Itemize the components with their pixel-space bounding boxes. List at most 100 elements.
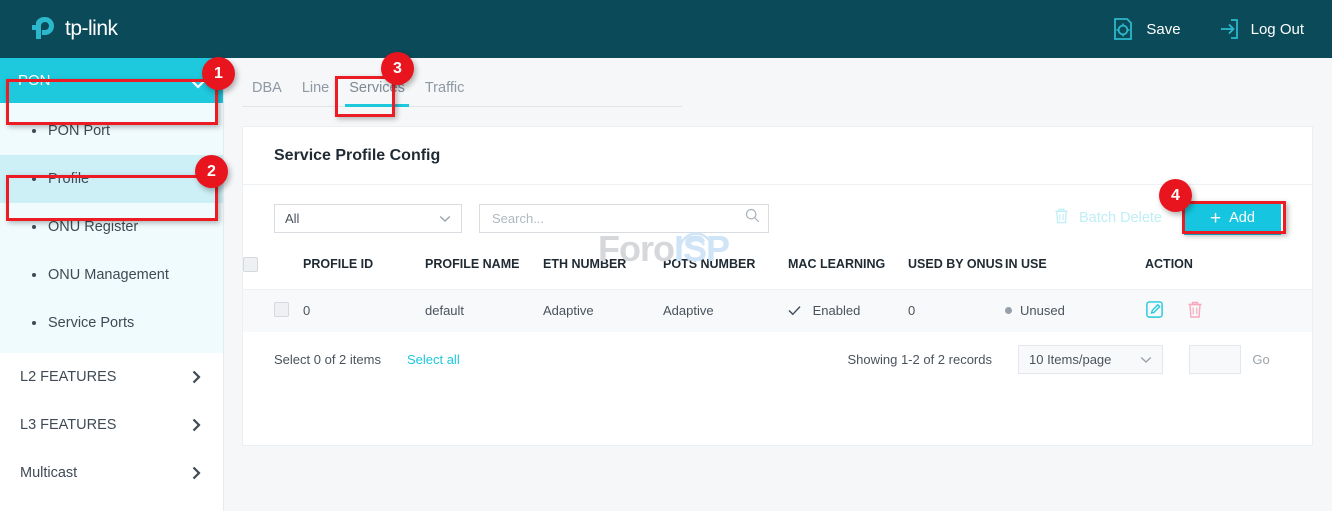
logout-arrow-icon [1215, 16, 1241, 42]
status-badge: Unused [1020, 303, 1065, 318]
cell-used-by-onus: 0 [908, 290, 1005, 332]
cell-pots-number: Adaptive [663, 290, 788, 332]
sidebar-item-onu-register[interactable]: ONU Register [0, 203, 223, 251]
row-select-cell [243, 290, 303, 332]
sidebar-item-onu-management[interactable]: ONU Management [0, 251, 223, 299]
sidebar-item-pon-port-label: PON Port [48, 123, 110, 139]
row-checkbox[interactable] [274, 302, 289, 317]
column-eth-number: ETH NUMBER [543, 251, 663, 290]
sidebar-submenu: PON Port Profile ONU Register ONU Manage… [0, 103, 223, 353]
batch-delete-label: Batch Delete [1079, 210, 1162, 226]
select-all-checkbox[interactable] [243, 257, 258, 272]
select-all-header [243, 251, 303, 290]
per-page-select[interactable]: 10 Items/page [1018, 345, 1163, 374]
column-profile-id: PROFILE ID [303, 251, 425, 290]
sidebar-item-multicast-label: Multicast [20, 465, 192, 481]
main-content: DBA Line Services Traffic Service Profil… [224, 58, 1332, 511]
select-all-link[interactable]: Select all [407, 352, 460, 367]
page-title: Service Profile Config [243, 127, 1312, 185]
cell-action [1145, 290, 1312, 332]
bullet-icon [32, 177, 36, 181]
table-row[interactable]: 0 default Adaptive Adaptive Enabled 0 [243, 290, 1312, 332]
add-button-label: Add [1229, 210, 1255, 226]
bullet-icon [32, 225, 36, 229]
add-button[interactable]: + Add [1184, 202, 1281, 235]
sidebar-item-l3-features-label: L3 FEATURES [20, 417, 192, 433]
edit-icon[interactable] [1145, 300, 1164, 322]
tab-dba[interactable]: DBA [242, 80, 292, 106]
profiles-table: PROFILE ID PROFILE NAME ETH NUMBER POTS … [243, 251, 1312, 332]
search-icon[interactable] [745, 208, 760, 228]
column-pots-number: POTS NUMBER [663, 251, 788, 290]
table-footer: Select 0 of 2 items Select all Showing 1… [243, 332, 1312, 388]
bullet-icon [32, 273, 36, 277]
column-action: ACTION [1145, 251, 1312, 290]
filter-select-value: All [285, 211, 439, 226]
service-profile-panel: Service Profile Config All [242, 126, 1313, 446]
sidebar-item-profile[interactable]: Profile [0, 155, 223, 203]
cell-eth-number: Adaptive [543, 290, 663, 332]
chevron-right-icon [192, 466, 201, 480]
brand-logo[interactable]: tp-link [30, 14, 118, 44]
annotation-badge-4: 4 [1159, 179, 1192, 212]
per-page-value: 10 Items/page [1029, 352, 1140, 367]
sidebar-item-service-ports[interactable]: Service Ports [0, 299, 223, 347]
sidebar-item-pon-port[interactable]: PON Port [0, 107, 223, 155]
column-used-by-onus: USED BY ONUS [908, 251, 1005, 290]
annotation-badge-3: 3 [381, 52, 414, 85]
table-header-row: PROFILE ID PROFILE NAME ETH NUMBER POTS … [243, 251, 1312, 290]
sidebar-item-profile-label: Profile [48, 171, 89, 187]
showing-records-label: Showing 1-2 of 2 records [847, 352, 992, 367]
search-input[interactable] [492, 211, 745, 226]
sidebar-item-l2-features[interactable]: L2 FEATURES [0, 353, 223, 401]
tab-line[interactable]: Line [292, 80, 339, 106]
filter-select[interactable]: All [274, 204, 462, 233]
cell-profile-id: 0 [303, 290, 425, 332]
bullet-icon [32, 129, 36, 133]
sidebar-item-service-ports-label: Service Ports [48, 315, 134, 331]
chevron-down-icon [1140, 352, 1152, 367]
sidebar-item-l2-features-label: L2 FEATURES [20, 369, 192, 385]
cell-in-use: Unused [1005, 290, 1145, 332]
status-dot-icon [1005, 307, 1012, 314]
chevron-down-icon [439, 211, 451, 226]
select-count-label: Select 0 of 2 items [274, 352, 381, 367]
save-gear-icon [1110, 16, 1136, 42]
tab-bar: DBA Line Services Traffic [242, 80, 682, 107]
top-header-bar: tp-link Save [0, 0, 1332, 58]
sidebar-item-onu-management-label: ONU Management [48, 267, 169, 283]
sidebar-item-l3-features[interactable]: L3 FEATURES [0, 401, 223, 449]
chevron-right-icon [192, 370, 201, 384]
go-button[interactable]: Go [1241, 345, 1281, 374]
sidebar-item-pon-label: PON [18, 72, 191, 89]
cell-mac-learning: Enabled [788, 290, 908, 332]
cell-mac-learning-label: Enabled [813, 303, 861, 318]
tab-services[interactable]: Services [339, 80, 415, 106]
tp-link-logo-icon [30, 14, 60, 44]
delete-icon[interactable] [1186, 300, 1204, 322]
page-jump-input[interactable] [1189, 345, 1241, 374]
annotation-badge-2: 2 [195, 155, 228, 188]
sidebar-item-pon[interactable]: PON [0, 58, 223, 103]
sidebar: PON PON Port Profile ONU Register [0, 58, 224, 511]
column-mac-learning: MAC LEARNING [788, 251, 908, 290]
logout-label: Log Out [1251, 21, 1304, 38]
trash-icon [1053, 207, 1070, 229]
column-in-use: IN USE [1005, 251, 1145, 290]
brand-name: tp-link [65, 17, 118, 41]
search-box[interactable] [479, 204, 769, 233]
plus-icon: + [1210, 209, 1221, 228]
save-button[interactable]: Save [1110, 16, 1180, 42]
sidebar-item-multicast[interactable]: Multicast [0, 449, 223, 497]
column-profile-name: PROFILE NAME [425, 251, 543, 290]
cell-profile-name: default [425, 290, 543, 332]
sidebar-item-onu-register-label: ONU Register [48, 219, 138, 235]
chevron-right-icon [192, 418, 201, 432]
app-root: tp-link Save [0, 0, 1332, 511]
tab-traffic[interactable]: Traffic [415, 80, 474, 106]
logout-button[interactable]: Log Out [1215, 16, 1304, 42]
batch-delete-button[interactable]: Batch Delete [1053, 207, 1162, 229]
top-actions: Save Log Out [1076, 16, 1304, 42]
save-label: Save [1146, 21, 1180, 38]
panel-toolbar: All [243, 185, 1312, 251]
